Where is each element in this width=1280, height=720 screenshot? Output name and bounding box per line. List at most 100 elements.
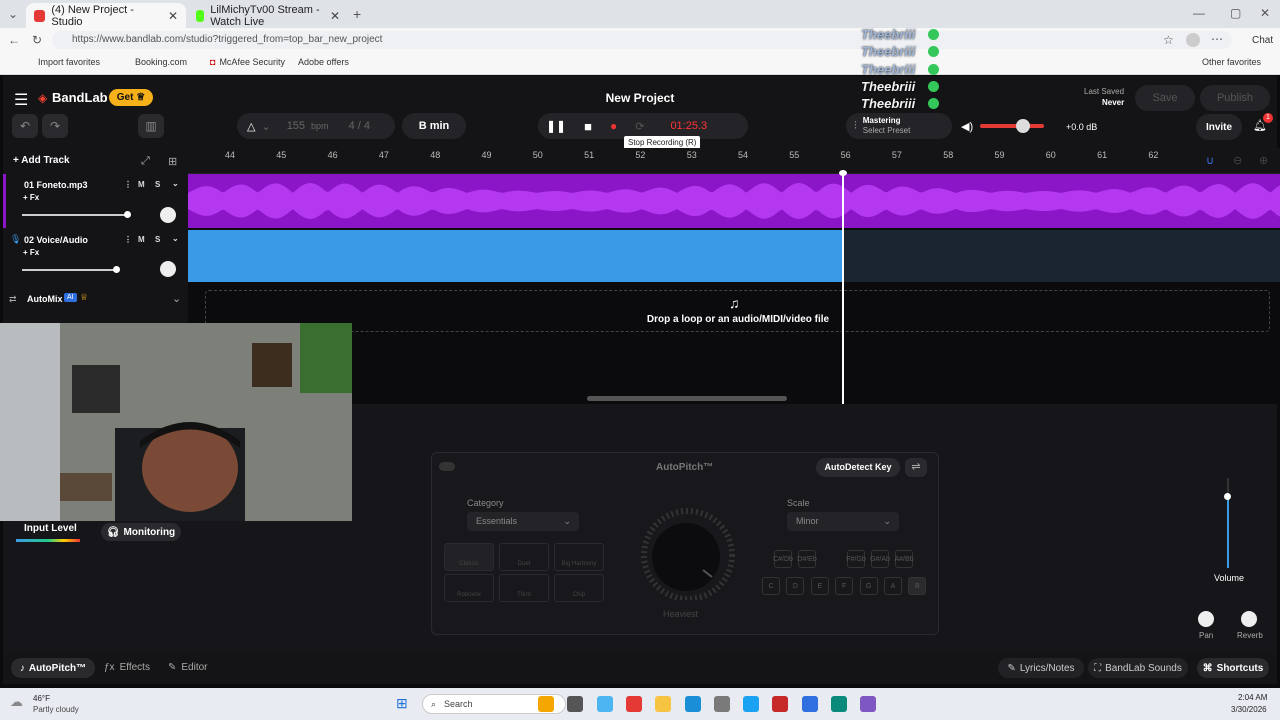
loop-icon[interactable]: ⟳ (635, 120, 644, 133)
bpm-value[interactable]: 155 (287, 120, 305, 132)
editor-tab[interactable]: ✎ Editor (168, 662, 208, 673)
app-icon[interactable] (860, 696, 877, 712)
weather-desc[interactable]: Partly cloudy (33, 705, 79, 714)
fav-mcafee[interactable]: ◘ McAfee Security (210, 57, 285, 67)
add-fx-button[interactable]: + Fx (23, 193, 39, 202)
key-b[interactable]: B (908, 577, 927, 595)
track-settings-icon[interactable]: ⊞ (168, 155, 177, 168)
playhead-handle[interactable] (839, 170, 847, 176)
widgets-icon[interactable] (538, 696, 554, 712)
publish-button[interactable]: Publish (1200, 85, 1270, 111)
keyboard-icon[interactable]: ▥ (138, 114, 164, 138)
mute-button[interactable]: M (138, 180, 145, 189)
zoom-in-icon[interactable]: ⊕ (1259, 154, 1268, 167)
tab-new-project[interactable]: (4) New Project - Studio ✕ (26, 3, 186, 28)
key-d[interactable]: D (786, 577, 805, 595)
key-csharp-db[interactable]: C#/Db (773, 550, 793, 568)
fav-import[interactable]: Import favorites (38, 57, 100, 67)
timeline-ruler[interactable] (188, 148, 1280, 174)
key-asharp-bb[interactable]: A#/Bb (894, 550, 914, 568)
master-volume-slider[interactable] (980, 124, 1044, 128)
pan-knob[interactable] (1198, 611, 1214, 627)
track-volume-slider[interactable] (22, 269, 118, 271)
mastering-button[interactable]: ⫶ Mastering Select Preset (846, 113, 952, 139)
tab-stream[interactable]: LilMichyTv00 Stream - Watch Live ✕ (188, 3, 348, 28)
stop-icon[interactable]: ■ (584, 119, 592, 134)
effects-tab[interactable]: ƒx Effects (104, 662, 150, 673)
preset-chip[interactable]: Chip (554, 574, 604, 602)
slider-thumb[interactable] (124, 211, 131, 218)
add-track-button[interactable]: + Add Track (13, 155, 70, 166)
key-fsharp-gb[interactable]: F#/Gb (846, 550, 866, 568)
key-e[interactable]: E (810, 577, 829, 595)
mcafee-icon[interactable] (772, 696, 789, 712)
monitoring-button[interactable]: 🎧︎ Monitoring (101, 523, 181, 541)
recording-clip[interactable] (188, 230, 843, 282)
menu-icon[interactable]: ☰ (14, 90, 28, 110)
automix-label[interactable]: AutoMix (27, 294, 63, 304)
playhead[interactable] (842, 170, 844, 404)
add-fx-button[interactable]: + Fx (23, 248, 39, 257)
bandlab-sounds-button[interactable]: ⛶ BandLab Sounds (1088, 658, 1188, 678)
key-selector[interactable]: B min (402, 113, 466, 139)
autopitch-toggle[interactable] (439, 462, 455, 471)
preset-robovox[interactable]: Robovox (444, 574, 494, 602)
fav-adobe[interactable]: Adobe offers (298, 57, 349, 67)
audio-clip-foneto[interactable] (188, 174, 1280, 228)
copilot-chat[interactable]: Chat (1252, 35, 1273, 46)
zoom-out-icon[interactable]: ⊖ (1233, 154, 1242, 167)
shortcuts-button[interactable]: ⌘ Shortcuts (1197, 658, 1269, 678)
task-view-icon[interactable] (567, 696, 584, 712)
app-icon[interactable] (625, 696, 642, 712)
key-gsharp-ab[interactable]: G#/Ab (870, 550, 890, 568)
metronome-icon[interactable]: △ (247, 120, 255, 133)
more-options-icon[interactable]: ⋮ (124, 235, 132, 244)
solo-button[interactable]: S (155, 235, 160, 244)
preset-big-harmony[interactable]: Big Harmony (554, 543, 604, 571)
minimize-icon[interactable]: — (1193, 6, 1205, 20)
close-tab-icon[interactable]: ✕ (168, 9, 178, 23)
solo-button[interactable]: S (155, 180, 160, 189)
pause-icon[interactable]: ❚❚ (546, 119, 566, 133)
category-select[interactable]: Essentials ⌄ (467, 512, 579, 531)
refresh-icon[interactable]: ↻ (32, 33, 42, 47)
profile-avatar[interactable] (1186, 33, 1200, 47)
invite-button[interactable]: Invite (1196, 114, 1242, 140)
speaker-icon[interactable]: ◀) (961, 120, 973, 133)
chevron-down-icon[interactable]: ⌄ (261, 120, 270, 133)
get-membership-button[interactable]: Get ♕ (109, 89, 153, 106)
copilot-icon[interactable] (596, 696, 613, 712)
master-volume-knob[interactable] (1016, 119, 1030, 133)
key-c[interactable]: C (762, 577, 780, 595)
empty-track-lane[interactable] (843, 230, 1280, 282)
chevron-down-icon[interactable]: ⌄ (172, 292, 181, 305)
mute-button[interactable]: M (138, 235, 145, 244)
pan-knob[interactable] (160, 261, 176, 277)
favorites-star-icon[interactable]: ☆ (1163, 33, 1174, 47)
record-icon[interactable]: ● (610, 119, 617, 133)
key-dsharp-eb[interactable]: D#/Eb (797, 550, 817, 568)
fav-booking[interactable]: Booking.com (135, 57, 187, 67)
url-field[interactable]: https://www.bandlab.com/studio?triggered… (52, 31, 1232, 49)
key-g[interactable]: G (859, 577, 878, 595)
wand-icon[interactable]: ⤢ (141, 155, 150, 168)
key-a[interactable]: A (884, 577, 902, 595)
clock-date[interactable]: 3/30/2026 (1231, 705, 1267, 714)
mail-icon[interactable] (801, 696, 818, 712)
close-tab-icon[interactable]: ✕ (330, 9, 340, 23)
autodetect-key-button[interactable]: AutoDetect Key (816, 458, 900, 477)
tab-list-icon[interactable]: ⌄ (8, 7, 18, 21)
more-options-icon[interactable]: ⋮ (124, 180, 132, 189)
app-icon[interactable] (713, 696, 730, 712)
adjust-icon[interactable]: ⇌ (905, 458, 927, 477)
more-icon[interactable]: ⋯ (1211, 32, 1223, 46)
undo-button[interactable]: ↶ (12, 114, 38, 138)
volume-thumb[interactable] (1224, 493, 1231, 500)
reverb-knob[interactable] (1241, 611, 1257, 627)
intensity-knob[interactable] (628, 500, 748, 600)
time-signature[interactable]: 4 / 4 (349, 120, 370, 132)
autopitch-tab[interactable]: ♪ AutoPitch™ (11, 658, 95, 678)
clock-time[interactable]: 2:04 AM (1238, 693, 1267, 702)
close-window-icon[interactable]: ✕ (1260, 6, 1270, 20)
preset-classic[interactable]: Classic (444, 543, 494, 571)
